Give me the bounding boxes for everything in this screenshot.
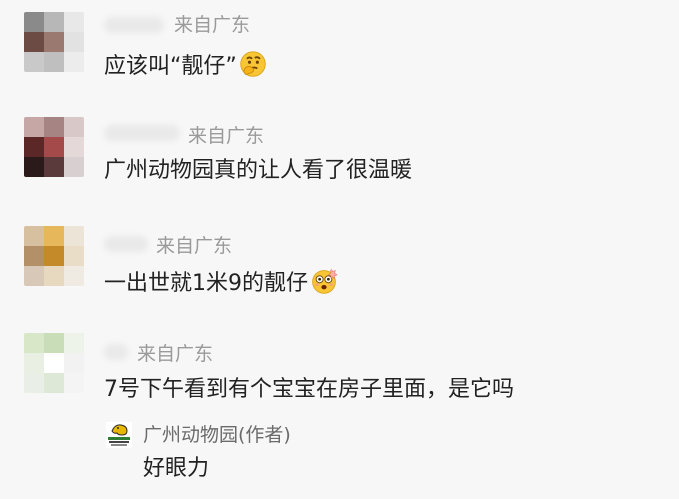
avatar-pixel [44,266,64,286]
comment-text-content: 应该叫“靓仔” [104,54,237,79]
comment-text: 一出世就1米9的靓仔 [104,267,338,297]
avatar-pixel [64,157,84,177]
avatar-pixel [24,266,44,286]
avatar-pixel [64,32,84,52]
flushed-face-icon [312,268,338,294]
avatar-pixel [44,226,64,246]
thinking-face-icon [240,51,266,77]
avatar-pixel [24,52,44,72]
avatar-pixel [44,373,64,393]
avatar-pixel [44,246,64,266]
avatar-pixel [64,137,84,157]
comment-location: 来自广东 [188,125,265,147]
avatar-pixel [24,226,44,246]
avatar-pixel [44,333,64,353]
reply-author-name[interactable]: 广州动物园(作者) [143,424,291,446]
zoo-logo-icon[interactable] [106,422,132,448]
username-blurred[interactable] [104,17,164,33]
avatar-pixel [44,117,64,137]
username-blurred[interactable] [104,125,180,141]
avatar-pixel [24,246,44,266]
avatar-pixel [64,266,84,286]
comment-location: 来自广东 [156,235,233,257]
avatar-pixel [64,333,84,353]
avatar-pixel [24,333,44,353]
avatar-pixel [64,117,84,137]
avatar-pixel [44,353,64,373]
avatar-pixel [44,12,64,32]
comment-location: 来自广东 [137,343,214,365]
avatar[interactable] [24,226,84,286]
avatar-pixel [24,12,44,32]
avatar-pixel [24,373,44,393]
avatar-pixel [64,12,84,32]
comment-text: 应该叫“靓仔” [104,50,267,80]
avatar-pixel [24,157,44,177]
reply-text: 好眼力 [143,456,210,481]
comment-location: 来自广东 [174,14,251,36]
avatar-pixel [24,117,44,137]
avatar-pixel [64,246,84,266]
avatar-pixel [44,137,64,157]
comment-text: 广州动物园真的让人看了很温暖 [104,158,413,183]
avatar-pixel [44,52,64,72]
avatar-pixel [24,32,44,52]
avatar-pixel [64,226,84,246]
avatar[interactable] [24,117,84,177]
username-blurred[interactable] [104,344,128,360]
avatar-pixel [24,137,44,157]
comment-text-content: 一出世就1米9的靓仔 [104,271,308,296]
avatar-pixel [44,157,64,177]
avatar[interactable] [24,333,84,393]
avatar-pixel [64,52,84,72]
username-blurred[interactable] [104,236,148,252]
avatar-pixel [64,353,84,373]
avatar-pixel [24,353,44,373]
comment-text: 7号下午看到有个宝宝在房子里面，是它吗 [104,377,514,402]
avatar-pixel [44,32,64,52]
avatar[interactable] [24,12,84,72]
avatar-pixel [64,373,84,393]
